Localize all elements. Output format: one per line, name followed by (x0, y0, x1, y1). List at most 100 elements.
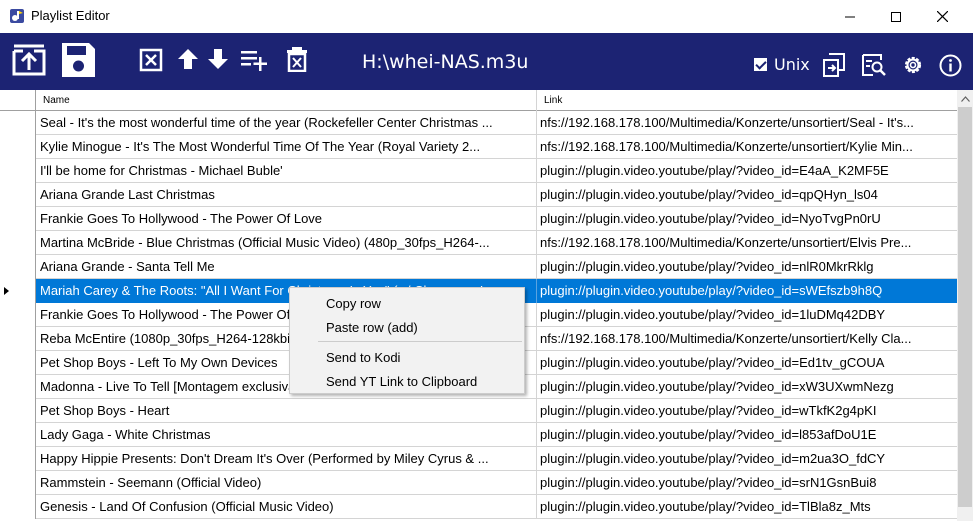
table-row[interactable]: Martina McBride - Blue Christmas (Offici… (0, 231, 957, 255)
info-button[interactable] (939, 54, 962, 77)
title-bar: Playlist Editor (0, 0, 973, 33)
cell-link[interactable]: plugin://plugin.video.youtube/play/?vide… (537, 399, 957, 423)
current-row-arrow-icon (4, 287, 9, 295)
move-down-icon (208, 49, 228, 69)
row-header[interactable] (0, 183, 36, 207)
row-header[interactable] (0, 351, 36, 375)
row-header[interactable] (0, 447, 36, 471)
close-icon (936, 11, 948, 22)
vertical-scrollbar[interactable] (957, 90, 973, 521)
move-up-icon (178, 49, 198, 69)
table-row[interactable]: Seal - It's the most wonderful time of t… (0, 111, 957, 135)
cell-link[interactable]: nfs://192.168.178.100/Multimedia/Konzert… (537, 111, 957, 135)
cell-link[interactable]: plugin://plugin.video.youtube/play/?vide… (537, 207, 957, 231)
delete-row-icon (139, 48, 163, 72)
table-row[interactable]: Frankie Goes To Hollywood - The Power Of… (0, 207, 957, 231)
cell-link[interactable]: nfs://192.168.178.100/Multimedia/Konzert… (537, 231, 957, 255)
add-row-button[interactable] (240, 49, 268, 71)
cell-name[interactable]: Rammstein - Seemann (Official Video) (36, 471, 537, 495)
open-icon (12, 44, 46, 76)
grid-header: Name Link (0, 90, 957, 111)
menu-separator (318, 341, 522, 342)
cell-name[interactable]: Genesis - Land Of Confusion (Official Mu… (36, 495, 537, 519)
save-button[interactable] (61, 42, 96, 78)
table-row[interactable]: I'll be home for Christmas - Michael Bub… (0, 159, 957, 183)
clear-button[interactable] (287, 46, 307, 72)
export-button[interactable] (823, 53, 845, 77)
menu-item-send-yt-link[interactable]: Send YT Link to Clipboard (290, 370, 524, 392)
cell-name[interactable]: Ariana Grande - Santa Tell Me (36, 255, 537, 279)
table-row[interactable]: Pet Shop Boys - Heart plugin://plugin.vid… (0, 399, 957, 423)
row-header[interactable] (0, 399, 36, 423)
cell-name[interactable]: I'll be home for Christmas - Michael Bub… (36, 159, 537, 183)
row-header[interactable] (0, 135, 36, 159)
table-row[interactable]: Ariana Grande - Santa Tell Me plugin://pl… (0, 255, 957, 279)
cell-link[interactable]: plugin://plugin.video.youtube/play/?vide… (537, 303, 957, 327)
chevron-up-icon (960, 95, 970, 102)
close-button[interactable] (919, 0, 965, 33)
cell-link[interactable]: plugin://plugin.video.youtube/play/?vide… (537, 255, 957, 279)
column-header-name[interactable]: Name (36, 90, 537, 111)
table-row[interactable]: Ariana Grande Last Christmas plugin://plu… (0, 183, 957, 207)
settings-button[interactable] (902, 54, 924, 76)
maximize-button[interactable] (873, 0, 919, 33)
row-header[interactable] (0, 327, 36, 351)
cell-link[interactable]: plugin://plugin.video.youtube/play/?vide… (537, 423, 957, 447)
clear-icon (287, 47, 307, 72)
cell-link[interactable]: plugin://plugin.video.youtube/play/?vide… (537, 447, 957, 471)
row-header[interactable] (0, 471, 36, 495)
cell-link[interactable]: plugin://plugin.video.youtube/play/?vide… (537, 183, 957, 207)
menu-item-paste-row[interactable]: Paste row (add) (290, 316, 524, 338)
cell-name[interactable]: Lady Gaga - White Christmas (36, 423, 537, 447)
toolbar: H:\whei-NAS.m3u Unix (0, 33, 973, 90)
open-button[interactable] (11, 43, 47, 77)
row-header-corner (0, 90, 36, 111)
cell-link[interactable]: plugin://plugin.video.youtube/play/?vide… (537, 279, 957, 303)
row-header[interactable] (0, 375, 36, 399)
playlist-filename: H:\whei-NAS.m3u (362, 51, 529, 73)
unix-checkbox-box[interactable] (754, 58, 767, 71)
cell-name[interactable]: Seal - It's the most wonderful time of t… (36, 111, 537, 135)
table-row[interactable]: Genesis - Land Of Confusion (Official Mu… (0, 495, 957, 519)
menu-item-copy-row[interactable]: Copy row (290, 292, 524, 314)
cell-link[interactable]: plugin://plugin.video.youtube/play/?vide… (537, 351, 957, 375)
cell-link[interactable]: nfs://192.168.178.100/Multimedia/Konzert… (537, 327, 957, 351)
move-up-button[interactable] (177, 48, 199, 70)
add-row-icon (241, 51, 267, 71)
scrollbar-thumb[interactable] (958, 107, 972, 507)
scroll-up-button[interactable] (957, 90, 973, 107)
row-header[interactable] (0, 207, 36, 231)
row-header[interactable] (0, 159, 36, 183)
row-header[interactable] (0, 231, 36, 255)
minimize-button[interactable] (827, 0, 873, 33)
cell-name[interactable]: Pet Shop Boys - Heart (36, 399, 537, 423)
menu-item-send-to-kodi[interactable]: Send to Kodi (290, 346, 524, 368)
row-header[interactable] (0, 111, 36, 135)
table-row[interactable]: Happy Hippie Presents: Don't Dream It's … (0, 447, 957, 471)
row-header[interactable] (0, 255, 36, 279)
cell-link[interactable]: plugin://plugin.video.youtube/play/?vide… (537, 495, 957, 519)
row-header[interactable] (0, 303, 36, 327)
move-down-button[interactable] (207, 48, 229, 70)
table-row[interactable]: Lady Gaga - White Christmas plugin://plug… (0, 423, 957, 447)
cell-link[interactable]: nfs://192.168.178.100/Multimedia/Konzert… (537, 135, 957, 159)
unix-label: Unix (774, 55, 810, 74)
cell-name[interactable]: Happy Hippie Presents: Don't Dream It's … (36, 447, 537, 471)
row-header[interactable] (0, 495, 36, 519)
delete-row-button[interactable] (139, 48, 163, 72)
table-row[interactable]: Kylie Minogue - It's The Most Wonderful … (0, 135, 957, 159)
cell-name[interactable]: Ariana Grande Last Christmas (36, 183, 537, 207)
cell-name[interactable]: Martina McBride - Blue Christmas (Offici… (36, 231, 537, 255)
cell-name[interactable]: Kylie Minogue - It's The Most Wonderful … (36, 135, 537, 159)
column-header-link[interactable]: Link (537, 90, 957, 111)
table-row[interactable]: Rammstein - Seemann (Official Video) plug… (0, 471, 957, 495)
cell-link[interactable]: plugin://plugin.video.youtube/play/?vide… (537, 375, 957, 399)
cell-link[interactable]: plugin://plugin.video.youtube/play/?vide… (537, 159, 957, 183)
row-header[interactable] (0, 423, 36, 447)
cell-link[interactable]: plugin://plugin.video.youtube/play/?vide… (537, 471, 957, 495)
row-header[interactable] (0, 279, 36, 303)
unix-checkbox[interactable]: Unix (754, 55, 810, 74)
minimize-icon (845, 16, 855, 17)
cell-name[interactable]: Frankie Goes To Hollywood - The Power Of… (36, 207, 537, 231)
find-button[interactable] (862, 54, 886, 76)
